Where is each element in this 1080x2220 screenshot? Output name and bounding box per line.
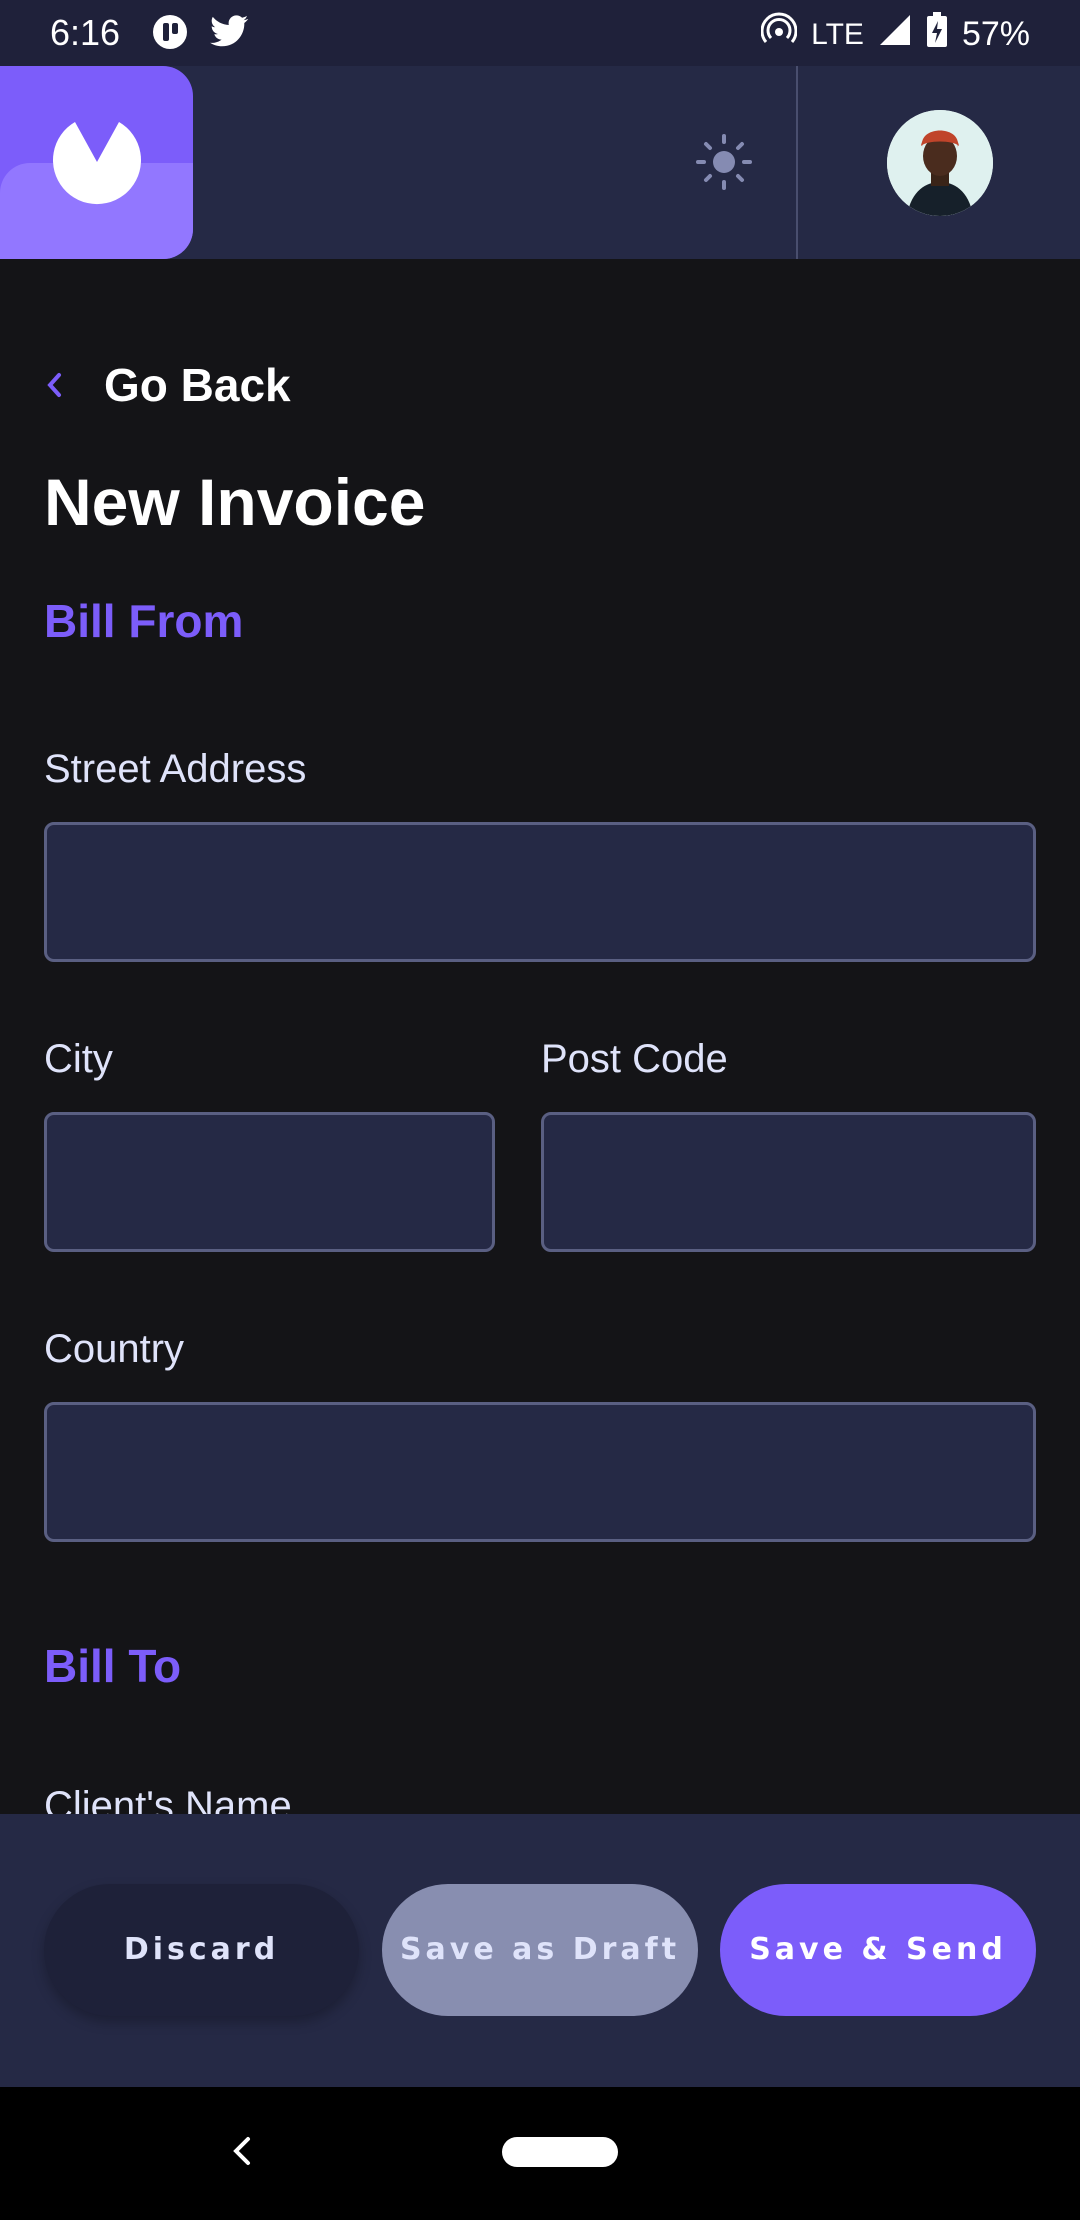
app-header bbox=[0, 66, 1080, 259]
save-as-draft-button[interactable]: Save as Draft bbox=[382, 1884, 698, 2016]
city-field[interactable] bbox=[44, 1112, 495, 1252]
go-back-label: Go Back bbox=[104, 359, 291, 411]
street-address-label: Street Address bbox=[44, 747, 307, 791]
app-logo[interactable] bbox=[0, 66, 193, 259]
battery-charging-icon bbox=[926, 12, 948, 57]
city-label: City bbox=[44, 1037, 113, 1081]
status-right: LTE 57% bbox=[760, 12, 1030, 57]
chevron-left-icon bbox=[47, 373, 61, 397]
avatar[interactable] bbox=[887, 110, 993, 216]
form-action-bar: Discard Save as Draft Save & Send bbox=[0, 1814, 1080, 2087]
hotspot-icon bbox=[760, 12, 798, 57]
network-type: LTE bbox=[811, 17, 864, 51]
twitter-icon bbox=[210, 14, 250, 55]
country-field[interactable] bbox=[44, 1402, 1036, 1542]
nav-back-icon[interactable] bbox=[222, 2131, 262, 2171]
signal-icon bbox=[878, 13, 912, 56]
country-label: Country bbox=[44, 1327, 185, 1371]
app-notification-icon bbox=[152, 14, 188, 55]
battery-level: 57% bbox=[961, 15, 1030, 53]
go-back-link[interactable]: Go Back bbox=[44, 355, 291, 415]
header-divider bbox=[796, 66, 798, 259]
system-nav-bar bbox=[0, 2087, 1080, 2220]
status-bar: 6:16 LTE 57% bbox=[0, 0, 1080, 66]
post-code-field[interactable] bbox=[541, 1112, 1036, 1252]
bill-to-heading: Bill To bbox=[44, 1640, 182, 1692]
sun-icon bbox=[696, 134, 752, 190]
invoice-form: Go Back New Invoice Bill From Street Add… bbox=[0, 259, 1080, 1814]
avatar-image bbox=[887, 110, 993, 216]
save-and-send-button[interactable]: Save & Send bbox=[720, 1884, 1036, 2016]
discard-button[interactable]: Discard bbox=[44, 1884, 359, 2016]
page-title: New Invoice bbox=[44, 465, 426, 539]
status-time: 6:16 bbox=[50, 12, 121, 53]
theme-toggle-button[interactable] bbox=[694, 132, 754, 192]
street-address-field[interactable] bbox=[44, 822, 1036, 962]
client-name-label: Client's Name bbox=[44, 1784, 292, 1814]
logo-icon bbox=[53, 122, 141, 205]
bill-from-heading: Bill From bbox=[44, 595, 244, 647]
nav-home-pill[interactable] bbox=[502, 2137, 618, 2167]
post-code-label: Post Code bbox=[541, 1037, 728, 1081]
